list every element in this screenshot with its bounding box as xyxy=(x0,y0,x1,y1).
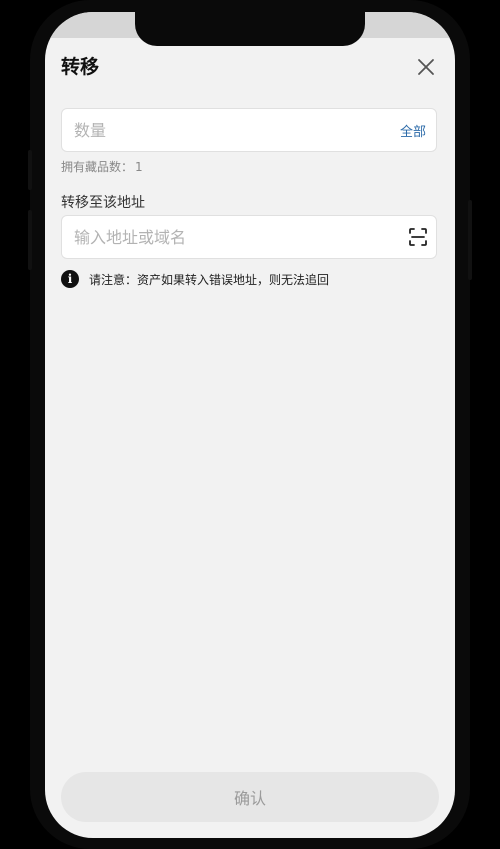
owned-count-label: 拥有藏品数： xyxy=(61,160,134,174)
warning-text: 请注意：资产如果转入错误地址，则无法追回 xyxy=(89,272,330,287)
owned-count: 拥有藏品数： 1 xyxy=(61,158,143,175)
close-button[interactable] xyxy=(415,56,437,78)
scan-icon xyxy=(409,228,427,246)
phone-side-button-left xyxy=(28,150,32,190)
select-all-button[interactable]: 全部 xyxy=(400,121,426,140)
address-field xyxy=(61,215,437,259)
warning-notice: i 请注意：资产如果转入错误地址，则无法追回 xyxy=(61,270,329,288)
phone-side-button-right xyxy=(468,200,472,280)
address-label: 转移至该地址 xyxy=(61,195,145,211)
scan-button[interactable] xyxy=(408,227,428,247)
address-input[interactable] xyxy=(74,216,374,258)
phone-side-button-left-2 xyxy=(28,210,32,270)
confirm-button[interactable]: 确认 xyxy=(61,772,439,822)
close-icon xyxy=(418,59,434,75)
info-icon: i xyxy=(61,270,79,288)
app-screen: 转移 全部 拥有藏品数：1 转移至该地址 i 请注意：资产如果转入错误地址，则无… xyxy=(45,12,455,838)
owned-count-value: 1 xyxy=(135,160,143,174)
phone-notch xyxy=(135,12,365,46)
quantity-input[interactable] xyxy=(74,109,374,151)
page-title: 转移 xyxy=(61,56,100,78)
quantity-field: 全部 xyxy=(61,108,437,152)
